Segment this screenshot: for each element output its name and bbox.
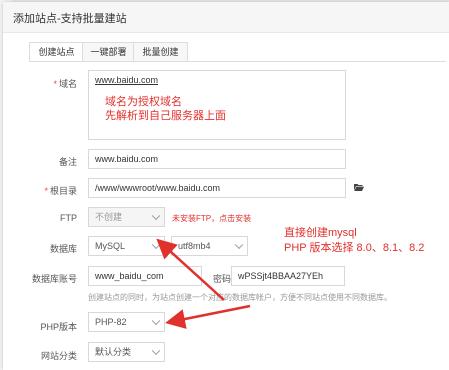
folder-open-icon[interactable] bbox=[354, 183, 364, 191]
chevron-down-icon bbox=[151, 316, 161, 326]
dialog-titlebar: 添加站点-支持批量建站 bbox=[3, 2, 449, 33]
tab-one-click-deploy[interactable]: 一键部署 bbox=[82, 42, 135, 62]
db-note-1: 直接创建mysql bbox=[284, 227, 357, 239]
root-dir-input[interactable]: /www/wwwroot/www.baidu.com bbox=[88, 178, 346, 198]
site-category-value: 默认分类 bbox=[95, 347, 132, 357]
chevron-down-icon bbox=[234, 240, 244, 250]
database-type-value: MySQL bbox=[95, 241, 126, 251]
ftp-label: FTP bbox=[60, 213, 77, 223]
charset-select[interactable]: utf8mb4 bbox=[171, 236, 248, 256]
domain-label-text: 域名 bbox=[58, 79, 77, 89]
root-dir-label: * 根目录 bbox=[11, 184, 77, 197]
db-account-hint: 创建站点的同时，为站点创建一个对应的数据库帐户，方便不同站点使用不同数据库。 bbox=[88, 293, 392, 302]
dialog-title: 添加站点-支持批量建站 bbox=[13, 13, 127, 25]
db-account-label: 数据库账号 bbox=[31, 274, 77, 284]
php-version-label: PHP版本 bbox=[40, 322, 77, 332]
database-type-select[interactable]: MySQL bbox=[88, 236, 165, 256]
root-dir-label-text: 根目录 bbox=[49, 186, 77, 196]
required-mark: * bbox=[53, 79, 57, 89]
remark-input[interactable]: www.baidu.com bbox=[88, 149, 346, 169]
tab-create-site[interactable]: 创建站点 bbox=[29, 42, 84, 62]
remark-label: 备注 bbox=[58, 157, 77, 167]
ftp-select[interactable]: 不创建 bbox=[88, 207, 165, 227]
database-label: 数据库 bbox=[49, 244, 77, 254]
tab-divider bbox=[29, 61, 446, 62]
php-version-select[interactable]: PHP-82 bbox=[88, 312, 165, 332]
chevron-down-icon bbox=[151, 211, 161, 221]
ftp-install-link[interactable]: 未安装FTP，点击安装 bbox=[172, 213, 251, 224]
db-note-2: PHP 版本选择 8.0、8.1、8.2 bbox=[284, 242, 425, 254]
tab-batch-create[interactable]: 批量创建 bbox=[133, 42, 188, 62]
domain-value: www.baidu.com bbox=[95, 75, 159, 85]
ftp-select-value: 不创建 bbox=[95, 212, 123, 222]
required-mark: * bbox=[44, 186, 48, 196]
charset-value: utf8mb4 bbox=[178, 241, 211, 251]
site-category-label: 网站分类 bbox=[40, 351, 77, 361]
domain-note-2: 先解析到自己服务器上面 bbox=[105, 110, 226, 122]
chevron-down-icon bbox=[151, 240, 161, 250]
db-password-input[interactable]: wPSSjt4BBAA27YEh bbox=[231, 266, 345, 286]
chevron-down-icon bbox=[151, 346, 161, 356]
site-category-select[interactable]: 默认分类 bbox=[88, 342, 165, 362]
db-account-input[interactable]: www_baidu_com bbox=[88, 266, 202, 286]
php-version-value: PHP-82 bbox=[95, 317, 127, 327]
domain-label: * 域名 bbox=[11, 77, 77, 90]
db-password-label: 密码 bbox=[213, 274, 232, 284]
